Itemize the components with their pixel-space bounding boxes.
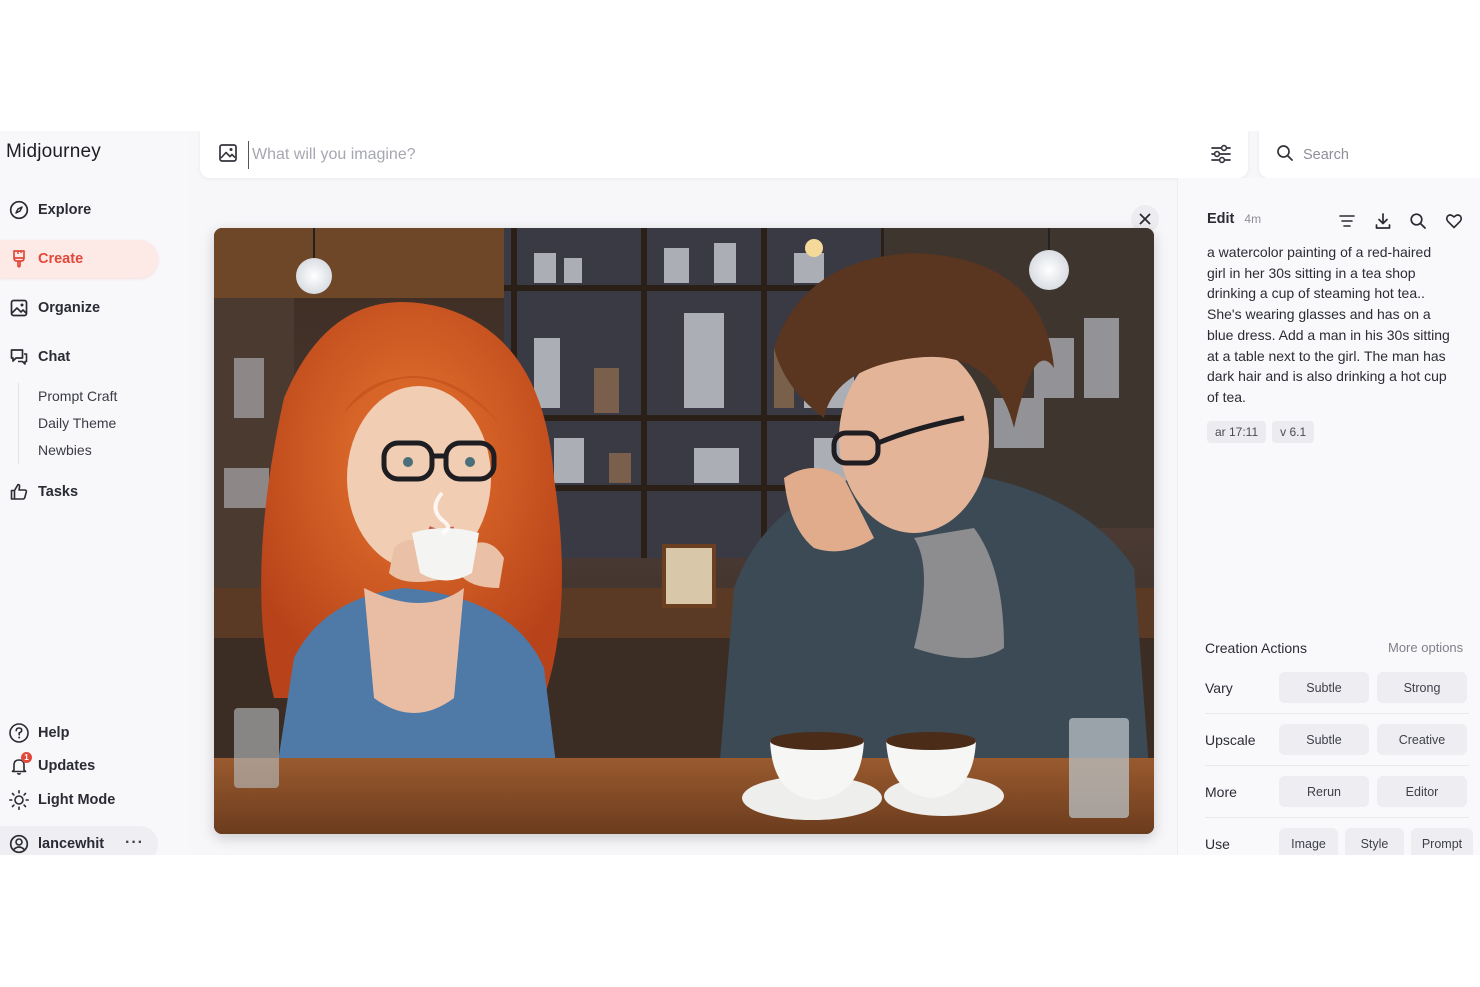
notification-badge: 1 <box>21 752 32 763</box>
divider <box>1205 817 1469 818</box>
image-upload-icon[interactable] <box>218 143 238 168</box>
action-row-label: More <box>1205 784 1237 800</box>
chat-room-newbies[interactable]: Newbies <box>38 437 117 464</box>
editor-button[interactable]: Editor <box>1377 776 1467 807</box>
divider <box>1205 765 1469 766</box>
chat-room-daily-theme[interactable]: Daily Theme <box>38 410 117 437</box>
action-row-use: Use Image Style Prompt <box>1205 828 1475 855</box>
sidebar-item-label: Updates <box>38 758 96 774</box>
app-window: Midjourney Explore Create Organize Chat <box>0 131 1480 855</box>
thumbs-up-icon <box>8 481 30 503</box>
compass-icon <box>8 199 30 221</box>
heart-icon[interactable] <box>1443 210 1465 232</box>
details-panel: Edit 4m a watercolor painting of a red-h… <box>1177 178 1480 855</box>
sidebar-item-light-mode[interactable]: Light Mode <box>0 785 115 815</box>
divider <box>1205 713 1469 714</box>
sidebar-item-label: Tasks <box>38 484 79 500</box>
bell-icon: 1 <box>8 752 32 777</box>
user-menu-button[interactable]: ··· <box>125 834 144 852</box>
user-avatar-icon <box>8 833 30 855</box>
search-icon <box>1276 144 1294 167</box>
sidebar-item-help[interactable]: Help <box>0 718 69 748</box>
sun-icon <box>8 789 30 811</box>
chat-icon <box>8 346 30 368</box>
edit-button[interactable]: Edit <box>1207 211 1234 227</box>
edit-row: Edit 4m <box>1207 211 1261 227</box>
param-chip-version[interactable]: v 6.1 <box>1272 421 1315 443</box>
rerun-button[interactable]: Rerun <box>1279 776 1369 807</box>
search-bar <box>1259 131 1480 178</box>
timestamp: 4m <box>1244 212 1262 226</box>
sidebar: Midjourney Explore Create Organize Chat <box>0 131 190 855</box>
user-account[interactable]: lancewhit ··· <box>0 826 158 855</box>
brush-icon <box>8 248 30 270</box>
creation-actions-title: Creation Actions <box>1205 640 1307 656</box>
sidebar-item-organize[interactable]: Organize <box>0 289 158 327</box>
parameter-chips: ar 17:11 v 6.1 <box>1207 421 1320 443</box>
action-row-label: Vary <box>1205 680 1233 696</box>
close-icon <box>1139 213 1151 225</box>
sidebar-item-label: Organize <box>38 300 101 316</box>
sidebar-item-label: Chat <box>38 349 71 365</box>
chat-room-list: Prompt Craft Daily Theme Newbies <box>18 383 117 464</box>
prompt-bar <box>200 131 1248 178</box>
vary-subtle-button[interactable]: Subtle <box>1279 672 1369 703</box>
prompt-input[interactable] <box>248 141 1154 169</box>
menu-icon[interactable] <box>1336 210 1358 232</box>
sidebar-item-updates[interactable]: 1 Updates <box>0 751 95 781</box>
upscale-subtle-button[interactable]: Subtle <box>1279 724 1369 755</box>
username: lancewhit <box>38 836 105 852</box>
use-prompt-button[interactable]: Prompt <box>1411 828 1473 855</box>
action-row-label: Use <box>1205 836 1230 852</box>
action-row-vary: Vary Subtle Strong <box>1205 672 1475 706</box>
sidebar-item-label: Light Mode <box>38 792 116 808</box>
chat-room-prompt-craft[interactable]: Prompt Craft <box>38 383 117 410</box>
action-row-label: Upscale <box>1205 732 1256 748</box>
more-options-link[interactable]: More options <box>1388 640 1463 655</box>
use-image-button[interactable]: Image <box>1279 828 1338 855</box>
generated-image[interactable] <box>214 228 1154 834</box>
sidebar-item-label: Help <box>38 725 70 741</box>
sidebar-item-label: Explore <box>38 202 92 218</box>
sidebar-item-chat[interactable]: Chat <box>0 338 158 376</box>
param-chip-aspect-ratio[interactable]: ar 17:11 <box>1207 421 1267 443</box>
image-icon <box>8 297 30 319</box>
sidebar-item-create[interactable]: Create <box>0 240 158 278</box>
search-input[interactable] <box>1301 143 1475 167</box>
action-row-more: More Rerun Editor <box>1205 776 1475 810</box>
prompt-text: a watercolor painting of a red-haired gi… <box>1207 244 1450 405</box>
upscale-creative-button[interactable]: Creative <box>1377 724 1467 755</box>
app-logo[interactable]: Midjourney <box>6 141 101 163</box>
vary-strong-button[interactable]: Strong <box>1377 672 1467 703</box>
sidebar-item-explore[interactable]: Explore <box>0 191 158 229</box>
settings-sliders-icon[interactable] <box>1210 143 1232 170</box>
search-icon[interactable] <box>1407 210 1429 232</box>
download-icon[interactable] <box>1372 210 1394 232</box>
help-icon <box>8 722 30 744</box>
panel-toolbar <box>1336 210 1478 232</box>
use-style-button[interactable]: Style <box>1345 828 1404 855</box>
watercolor-artwork <box>214 228 1154 834</box>
action-row-upscale: Upscale Subtle Creative <box>1205 724 1475 758</box>
sidebar-item-label: Create <box>38 251 84 267</box>
sidebar-item-tasks[interactable]: Tasks <box>0 473 158 511</box>
